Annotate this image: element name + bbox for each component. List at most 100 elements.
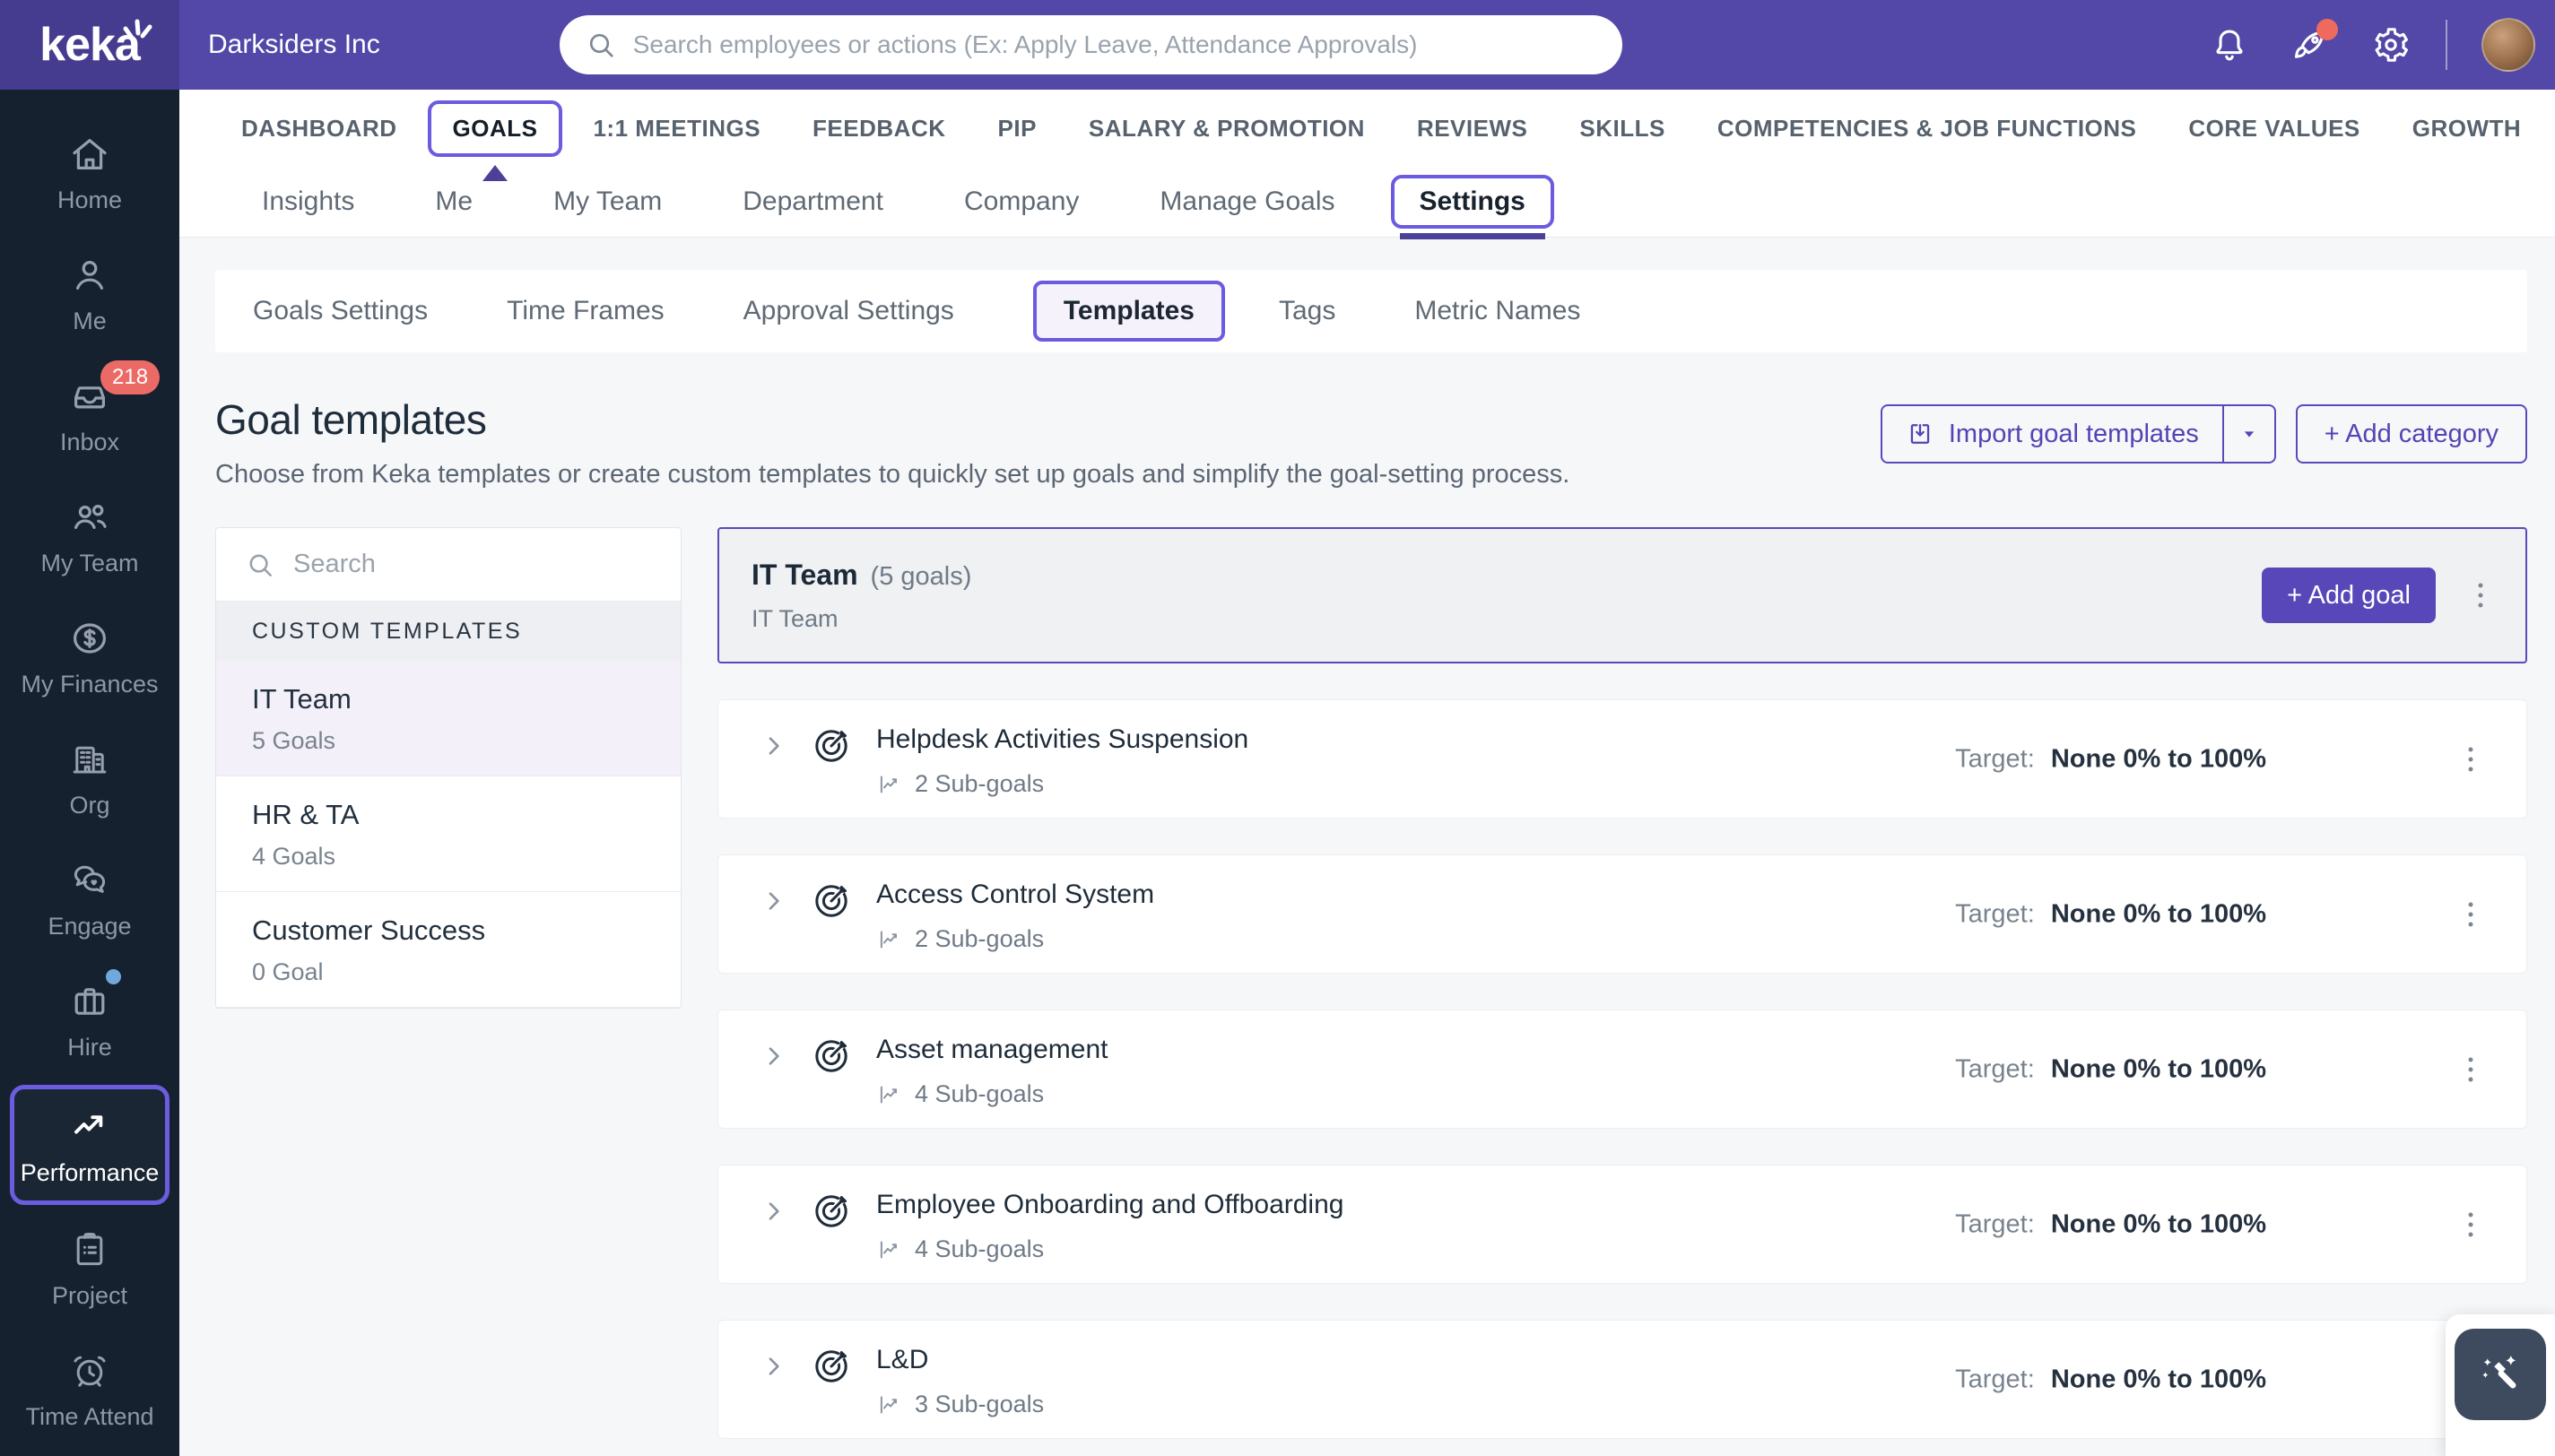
- sidebar-item-label: Project: [52, 1282, 127, 1310]
- goal-row-access-control-system[interactable]: Access Control System 2 Sub-goals Target…: [717, 854, 2527, 974]
- keka-logo[interactable]: keka: [0, 0, 179, 90]
- import-goal-templates-label: Import goal templates: [1949, 420, 2199, 449]
- magic-wand-button[interactable]: [2455, 1329, 2546, 1420]
- target-label: Target:: [1955, 899, 2035, 928]
- sidebar-item-engage[interactable]: Engage: [0, 839, 179, 960]
- users-icon: [68, 496, 111, 539]
- settings-tab-goals-settings[interactable]: Goals Settings: [253, 296, 428, 326]
- template-item-customer-success[interactable]: Customer Success 0 Goal: [216, 892, 681, 1008]
- page-title: Goal templates: [215, 395, 1569, 444]
- settings-tab-time-frames[interactable]: Time Frames: [507, 296, 665, 326]
- company-name: Darksiders Inc: [208, 30, 380, 60]
- home-icon: [68, 133, 111, 176]
- rocket-button[interactable]: [2290, 24, 2331, 65]
- sidebar-item-label: Me: [73, 308, 107, 335]
- goal-row-employee-onboarding-and-offboarding[interactable]: Employee Onboarding and Offboarding 4 Su…: [717, 1165, 2527, 1284]
- nav-item-dashboard[interactable]: DASHBOARD: [215, 115, 423, 143]
- category-subtitle: IT Team: [752, 605, 971, 633]
- subnav-item-insights[interactable]: Insights: [222, 186, 395, 217]
- goal-target-icon: [810, 1345, 853, 1388]
- page-head-text: Goal templates Choose from Keka template…: [215, 395, 1569, 490]
- gear-icon[interactable]: [2370, 24, 2412, 65]
- nav-item-reports[interactable]: REPORTS: [2547, 115, 2555, 143]
- subnav-item-settings[interactable]: Settings: [1391, 175, 1554, 229]
- chevron-right-icon[interactable]: [760, 1042, 788, 1070]
- templates-search-input[interactable]: [293, 550, 652, 579]
- goal-subline: 2 Sub-goals: [876, 925, 1154, 953]
- sidebar-item-time-attend[interactable]: Time Attend: [0, 1330, 179, 1451]
- sidebar-item-hire[interactable]: Hire: [0, 960, 179, 1081]
- target-label: Target:: [1955, 1054, 2035, 1083]
- add-category-button[interactable]: + Add category: [2296, 404, 2527, 464]
- goal-subline: 4 Sub-goals: [876, 1080, 1108, 1108]
- sidebar-item-home[interactable]: Home: [0, 113, 179, 234]
- avatar[interactable]: [2481, 18, 2535, 72]
- category-title: IT Team: [752, 559, 858, 592]
- nav-item-core-values[interactable]: CORE VALUES: [2162, 115, 2386, 143]
- add-goal-button[interactable]: + Add goal: [2262, 568, 2436, 623]
- goal-row-asset-management[interactable]: Asset management 4 Sub-goals Target: Non…: [717, 1010, 2527, 1129]
- target-value: None 0% to 100%: [2051, 1209, 2266, 1238]
- goal-kebab-menu-icon[interactable]: [2453, 897, 2489, 932]
- settings-tab-approval-settings[interactable]: Approval Settings: [743, 296, 954, 326]
- nav-item-feedback[interactable]: FEEDBACK: [786, 115, 971, 143]
- main-area: DASHBOARD GOALS 1:1 MEETINGS FEEDBACK PI…: [179, 90, 2555, 1456]
- sidebar-item-my-team[interactable]: My Team: [0, 476, 179, 597]
- sidebar-item-my-finances[interactable]: My Finances: [0, 597, 179, 718]
- settings-tab-metric-names[interactable]: Metric Names: [1414, 296, 1580, 326]
- sidebar-item-label: Inbox: [60, 429, 119, 456]
- template-item-hr-ta[interactable]: HR & TA 4 Goals: [216, 776, 681, 892]
- goal-title: Helpdesk Activities Suspension: [876, 724, 1248, 755]
- caret-down-icon: [2238, 422, 2261, 446]
- subnav-item-manage-goals[interactable]: Manage Goals: [1119, 186, 1375, 217]
- goal-row-helpdesk-activities-suspension[interactable]: Helpdesk Activities Suspension 2 Sub-goa…: [717, 699, 2527, 819]
- sidebar-item-project[interactable]: Project: [0, 1209, 179, 1330]
- goal-text: Helpdesk Activities Suspension 2 Sub-goa…: [876, 724, 1248, 798]
- target-value: None 0% to 100%: [2051, 744, 2266, 773]
- target-label: Target:: [1955, 744, 2035, 773]
- chevron-right-icon[interactable]: [760, 887, 788, 915]
- sidebar-item-performance[interactable]: Performance: [10, 1085, 169, 1205]
- category-goal-count: (5 goals): [871, 562, 972, 592]
- goal-kebab-menu-icon[interactable]: [2453, 1052, 2489, 1088]
- nav-item-skills[interactable]: SKILLS: [1553, 115, 1690, 143]
- bell-icon[interactable]: [2209, 24, 2250, 65]
- chevron-right-icon[interactable]: [760, 1197, 788, 1226]
- chevron-right-icon[interactable]: [760, 1352, 788, 1381]
- goal-target-icon: [810, 1190, 853, 1233]
- logo-sparks-icon: [120, 16, 154, 47]
- goal-row-l-d[interactable]: L&D 3 Sub-goals Target: None 0% to 100%: [717, 1320, 2527, 1439]
- templates-search[interactable]: [216, 528, 681, 602]
- template-item-it-team[interactable]: IT Team 5 Goals: [216, 661, 681, 776]
- nav-item-pip[interactable]: PIP: [972, 115, 1063, 143]
- subnav-item-department[interactable]: Department: [702, 186, 924, 217]
- goal-kebab-menu-icon[interactable]: [2453, 741, 2489, 777]
- import-goal-templates-button[interactable]: Import goal templates: [1881, 404, 2276, 464]
- target-label: Target:: [1955, 1365, 2035, 1393]
- settings-tab-tags[interactable]: Tags: [1279, 296, 1335, 326]
- category-kebab-menu-icon[interactable]: [2463, 577, 2499, 613]
- nav-item-reviews[interactable]: REVIEWS: [1391, 115, 1553, 143]
- subgoals-chart-icon: [876, 926, 903, 953]
- subnav-item-company[interactable]: Company: [924, 186, 1119, 217]
- sidebar-item-org[interactable]: Org: [0, 718, 179, 839]
- nav-item-goals[interactable]: GOALS: [428, 100, 563, 157]
- assistant-widget: [2446, 1314, 2555, 1456]
- nav-item-salary-promotion[interactable]: SALARY & PROMOTION: [1063, 115, 1391, 143]
- nav-item-growth[interactable]: GROWTH: [2386, 115, 2547, 143]
- global-search-input[interactable]: [633, 30, 1597, 59]
- import-dropdown-toggle[interactable]: [2222, 406, 2274, 462]
- subnav-item-me[interactable]: Me: [395, 186, 513, 217]
- settings-tab-templates[interactable]: Templates: [1033, 281, 1225, 342]
- sidebar: Home Me 218 Inbox My Team: [0, 90, 179, 1456]
- subnav-item-my-team[interactable]: My Team: [513, 186, 702, 217]
- goal-kebab-menu-icon[interactable]: [2453, 1207, 2489, 1243]
- nav-item-1-1-meetings[interactable]: 1:1 MEETINGS: [567, 115, 786, 143]
- goals-list: Helpdesk Activities Suspension 2 Sub-goa…: [717, 699, 2527, 1439]
- nav-item-competencies-job-functions[interactable]: COMPETENCIES & JOB FUNCTIONS: [1691, 115, 2163, 143]
- chevron-right-icon[interactable]: [760, 732, 788, 760]
- sidebar-item-inbox[interactable]: 218 Inbox: [0, 355, 179, 476]
- sidebar-item-me[interactable]: Me: [0, 234, 179, 355]
- sidebar-item-label: Home: [57, 186, 122, 214]
- global-search[interactable]: [560, 15, 1622, 74]
